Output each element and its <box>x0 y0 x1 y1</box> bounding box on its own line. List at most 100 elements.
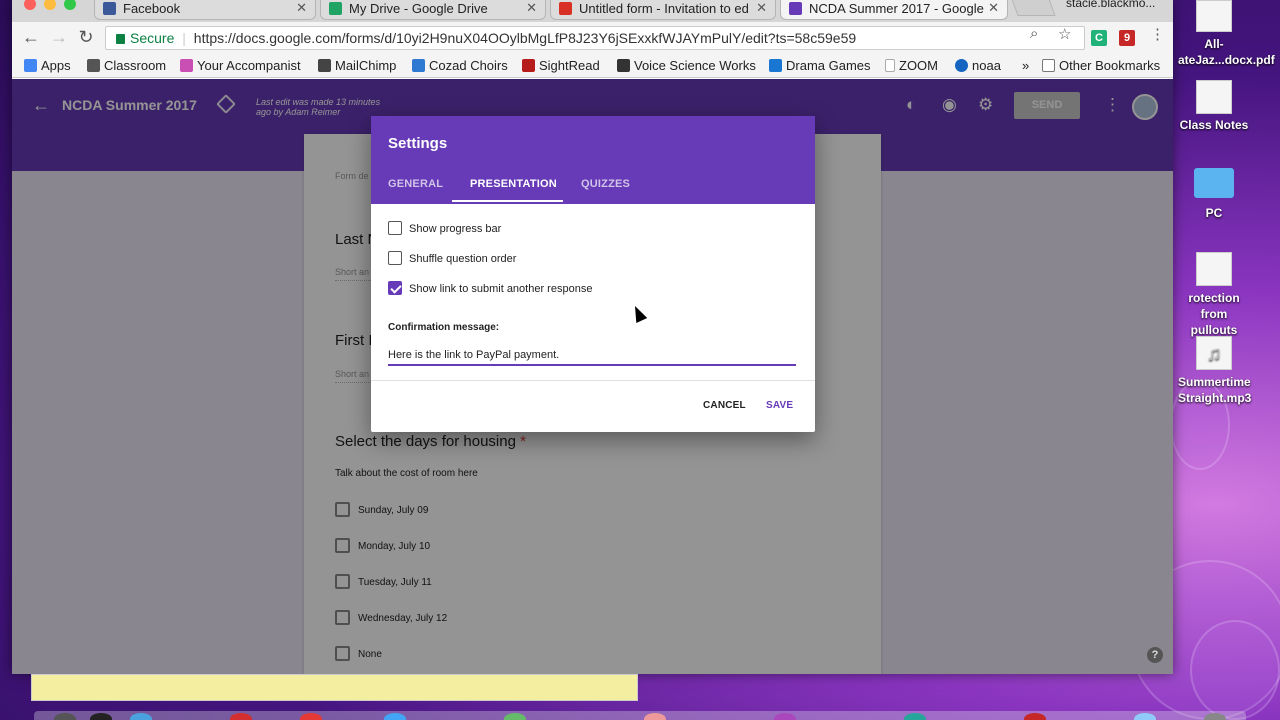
bookmark-classroom[interactable]: Classroom <box>87 58 166 73</box>
apps-grid-icon <box>24 59 37 72</box>
desktop-file-pdf[interactable]: All- ateJaz...docx.pdf <box>1178 0 1275 68</box>
browser-window: Facebook ✕ My Drive - Google Drive ✕ Unt… <box>12 0 1173 674</box>
bookmark-mailchimp[interactable]: MailChimp <box>318 58 396 73</box>
folder-icon <box>1194 168 1234 198</box>
checkbox[interactable] <box>388 221 402 235</box>
desktop-file-label: PC <box>1205 206 1223 220</box>
tab-ncda-form[interactable]: NCDA Summer 2017 - Google ✕ <box>780 0 1008 20</box>
checkbox[interactable] <box>388 251 402 265</box>
desktop-file-mp3[interactable]: ♫ Summertime Straight.mp3 <box>1178 336 1252 406</box>
bookmark-label: Apps <box>41 58 71 73</box>
dock-app-icon[interactable] <box>774 713 796 720</box>
dock-app-icon[interactable] <box>1134 713 1156 720</box>
bookmark-apps[interactable]: Apps <box>24 58 71 73</box>
dock-app-icon[interactable] <box>384 713 406 720</box>
save-button[interactable]: SAVE <box>766 400 793 411</box>
help-icon[interactable]: ? <box>1147 647 1163 663</box>
tab-gmail[interactable]: Untitled form - Invitation to ed ✕ <box>550 0 776 20</box>
desktop-file-protection[interactable]: rotection from pullouts <box>1178 252 1250 338</box>
profile-name[interactable]: stacie.blackmo... <box>1066 0 1155 10</box>
google-forms-page: ← NCDA Summer 2017 Last edit was made 13… <box>12 79 1173 674</box>
dock-app-icon[interactable] <box>300 713 322 720</box>
option-shuffle-question-order[interactable]: Shuffle question order <box>388 251 516 265</box>
dock-app-icon[interactable] <box>130 713 152 720</box>
bookmark-other-bookmarks[interactable]: Other Bookmarks <box>1042 58 1160 73</box>
cancel-button[interactable]: CANCEL <box>703 400 746 411</box>
dialog-title: Settings <box>388 135 448 152</box>
dock-app-icon[interactable] <box>90 713 112 720</box>
tab-title: Facebook <box>123 1 181 16</box>
option-show-progress-bar[interactable]: Show progress bar <box>388 221 501 235</box>
reload-icon[interactable]: ↻ <box>75 27 97 48</box>
bookmark-cozad-choirs[interactable]: Cozad Choirs <box>412 58 508 73</box>
close-window-button[interactable] <box>24 0 36 10</box>
bookmark-your-accompanist[interactable]: Your Accompanist <box>180 58 301 73</box>
address-bar[interactable]: Secure | https://docs.google.com/forms/d… <box>105 26 1085 50</box>
bookmark-noaa[interactable]: noaa <box>955 58 1001 73</box>
minimize-window-button[interactable] <box>44 0 56 10</box>
new-tab-button[interactable] <box>1010 0 1056 16</box>
desktop-file-label: All- ateJaz...docx.pdf <box>1178 37 1275 67</box>
bookmark-sightread[interactable]: SightRead <box>522 58 600 73</box>
music-file-icon: ♫ <box>1196 336 1232 370</box>
forward-arrow-icon[interactable]: → <box>48 27 70 48</box>
dock-app-icon[interactable] <box>230 713 252 720</box>
checkbox-checked[interactable] <box>388 281 402 295</box>
bookmark-label: Other Bookmarks <box>1059 58 1161 73</box>
wifi-icon <box>180 59 193 72</box>
dock-app-icon[interactable] <box>1024 713 1046 720</box>
tab-presentation[interactable]: PRESENTATION <box>470 178 557 190</box>
close-tab-icon[interactable]: ✕ <box>526 0 537 16</box>
tab-quizzes[interactable]: QUIZZES <box>581 178 630 190</box>
dock-app-icon[interactable] <box>504 713 526 720</box>
close-tab-icon[interactable]: ✕ <box>756 0 767 16</box>
forms-icon <box>789 2 802 15</box>
dialog-header: Settings GENERAL PRESENTATION QUIZZES <box>371 116 815 204</box>
desktop-file-class-notes[interactable]: Class Notes <box>1178 80 1250 132</box>
bookmark-label: Your Accompanist <box>197 58 301 73</box>
page-icon <box>885 59 895 72</box>
calendar-extension-icon[interactable]: 9 <box>1119 30 1135 46</box>
secure-label: Secure <box>130 30 175 46</box>
folder-icon <box>1042 59 1055 72</box>
tab-strip: Facebook ✕ My Drive - Google Drive ✕ Unt… <box>12 0 1173 22</box>
star-icon[interactable]: ☆ <box>1058 25 1071 43</box>
confirmation-message-input[interactable] <box>388 346 796 366</box>
tab-facebook[interactable]: Facebook ✕ <box>94 0 316 20</box>
maximize-window-button[interactable] <box>64 0 76 10</box>
close-tab-icon[interactable]: ✕ <box>988 0 999 16</box>
bookmark-label: Voice Science Works <box>634 58 756 73</box>
option-show-link-another-response[interactable]: Show link to submit another response <box>388 281 592 295</box>
bookmarks-overflow-chevron[interactable]: » <box>1022 58 1029 73</box>
desktop-file-label: Summertime Straight.mp3 <box>1178 375 1252 405</box>
tab-title: Untitled form - Invitation to ed <box>579 1 749 16</box>
confirmation-message-label: Confirmation message: <box>388 322 500 333</box>
pdf-file-icon <box>1196 252 1232 286</box>
sticky-note[interactable] <box>31 674 638 701</box>
tab-general[interactable]: GENERAL <box>388 178 443 190</box>
bookmark-zoom[interactable]: ZOOM <box>885 58 938 73</box>
dock-app-icon[interactable] <box>54 713 76 720</box>
dialog-divider <box>371 380 815 381</box>
bookmark-label: ZOOM <box>899 58 938 73</box>
w-icon <box>412 59 425 72</box>
mailchimp-icon <box>318 59 331 72</box>
bookmark-drama-games[interactable]: Drama Games <box>769 58 871 73</box>
close-tab-icon[interactable]: ✕ <box>296 0 307 16</box>
drive-icon <box>329 2 342 15</box>
menu-kebab-icon[interactable]: ⋮ <box>1150 25 1165 43</box>
bookmark-voice-science-works[interactable]: Voice Science Works <box>617 58 756 73</box>
grammarly-extension-icon[interactable]: C <box>1091 30 1107 46</box>
url-text: https://docs.google.com/forms/d/10yi2H9n… <box>193 30 857 46</box>
noaa-icon <box>955 59 968 72</box>
back-arrow-icon[interactable]: ← <box>20 27 42 48</box>
sightread-icon <box>522 59 535 72</box>
dock-app-icon[interactable] <box>644 713 666 720</box>
option-label: Show progress bar <box>409 223 502 235</box>
tab-google-drive[interactable]: My Drive - Google Drive ✕ <box>320 0 546 20</box>
dock-app-icon[interactable] <box>904 713 926 720</box>
search-icon[interactable]: ⌕ <box>1030 25 1038 42</box>
lock-icon <box>116 34 125 44</box>
dock-app-icon[interactable] <box>1204 713 1226 720</box>
desktop-folder-pc[interactable]: PC <box>1178 168 1250 220</box>
